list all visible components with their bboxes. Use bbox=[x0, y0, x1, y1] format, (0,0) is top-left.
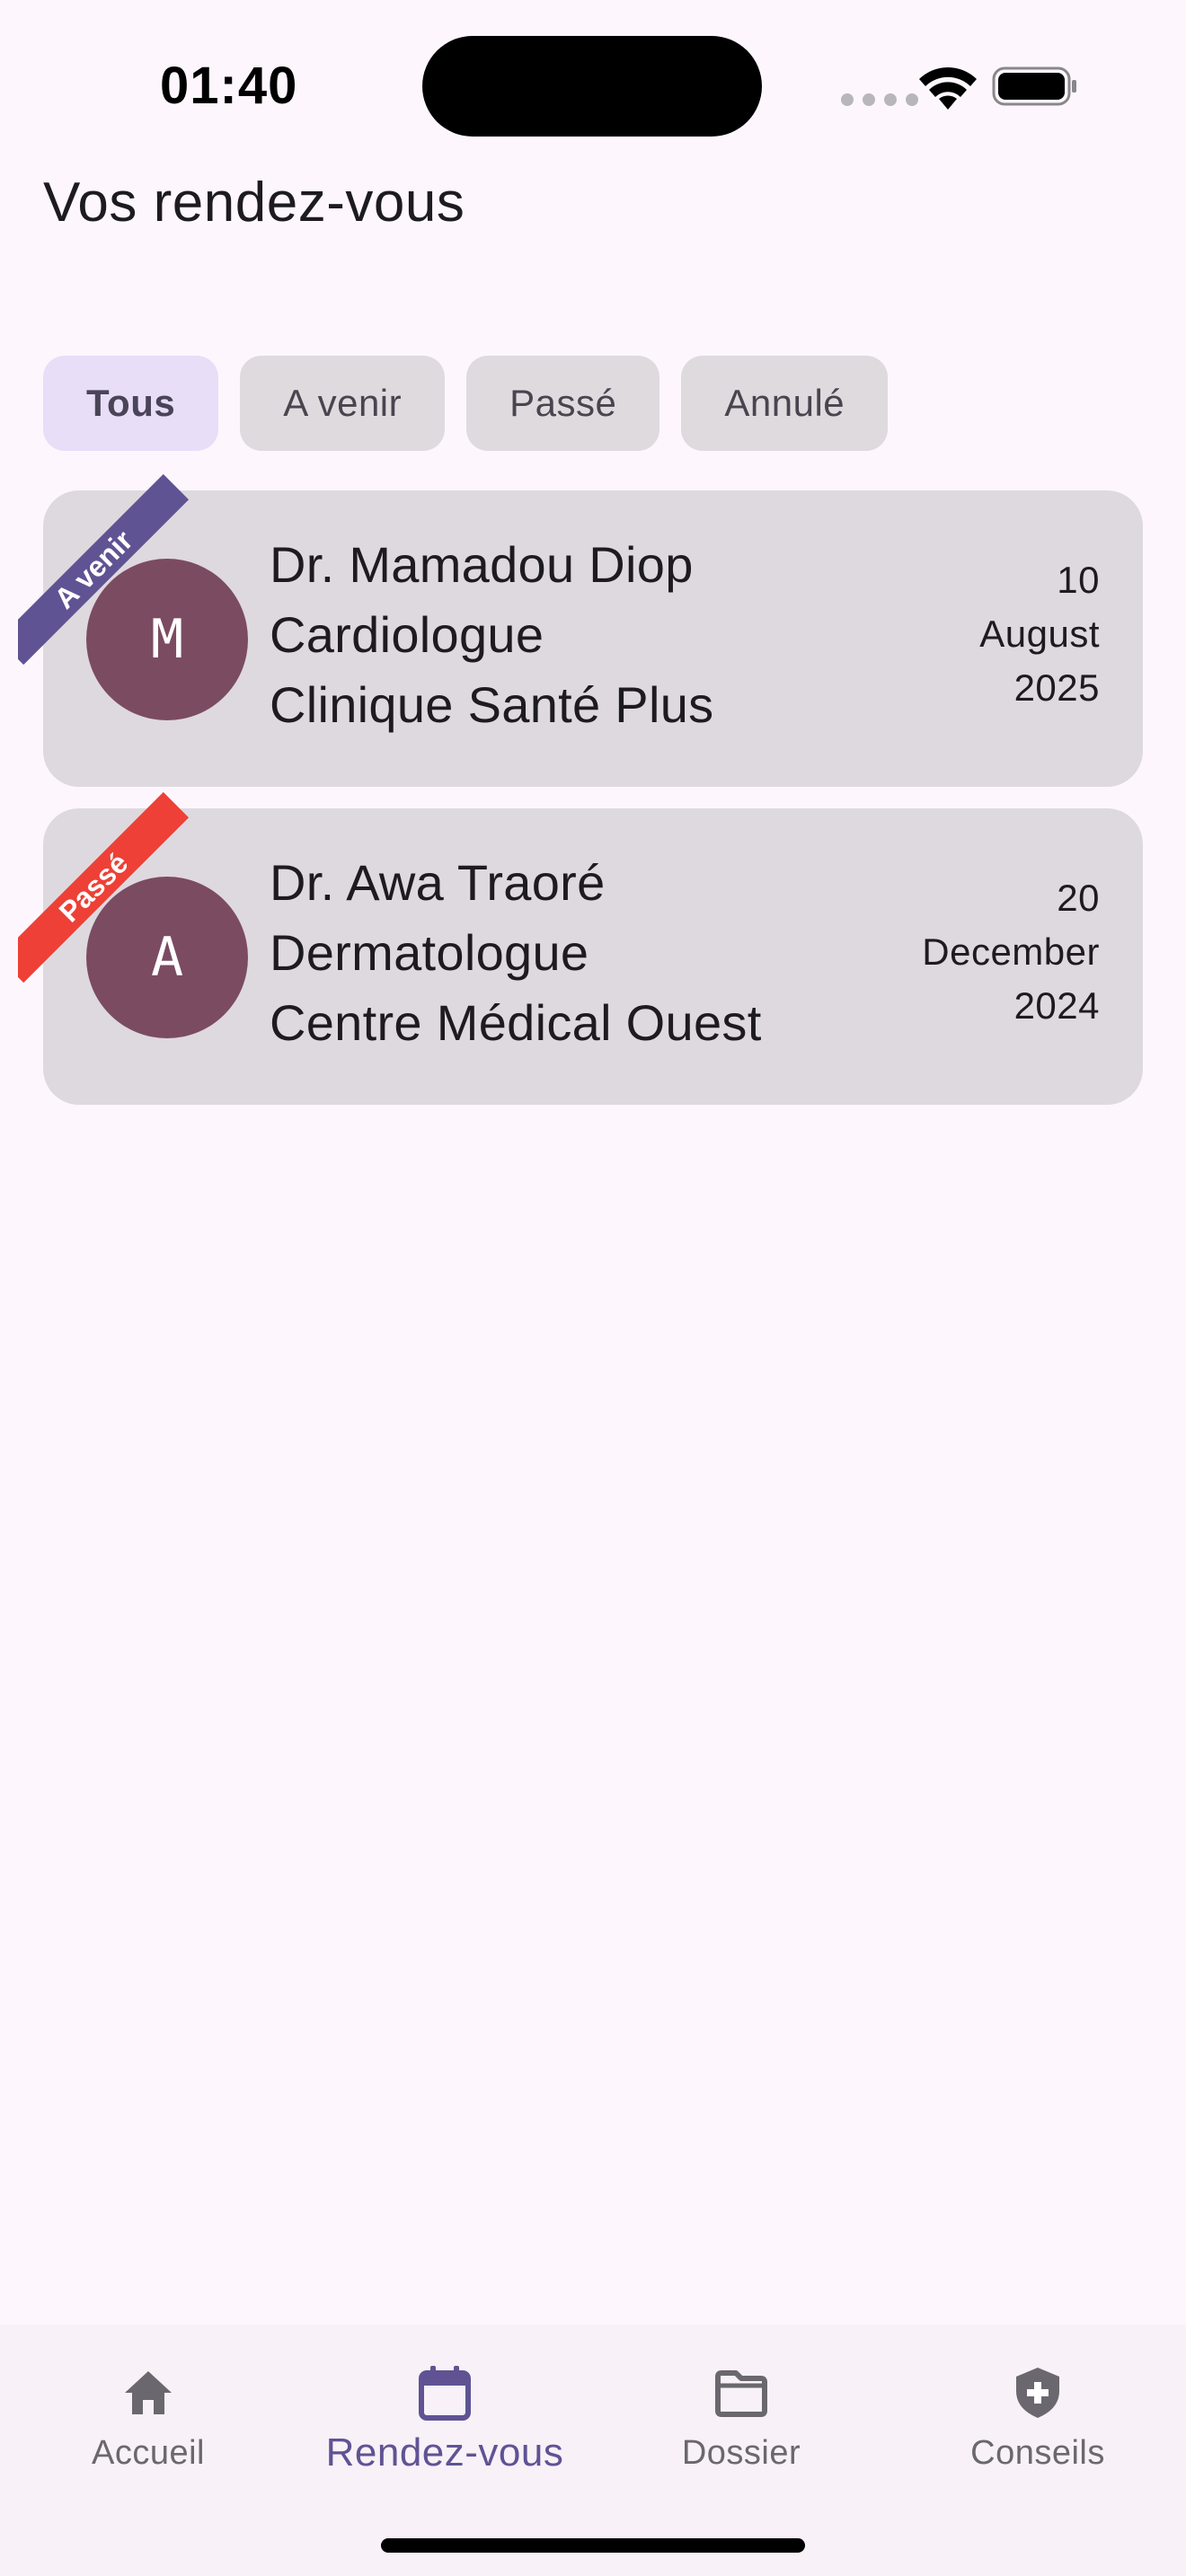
appointment-card[interactable]: Passé A Dr. Awa Traoré Dermatologue Cent… bbox=[18, 791, 1143, 1105]
filter-chip-past[interactable]: Passé bbox=[466, 356, 660, 451]
folder-icon bbox=[715, 2370, 767, 2417]
clinic-name: Clinique Santé Plus bbox=[270, 676, 714, 733]
date-month: August bbox=[979, 613, 1100, 655]
appointment-card[interactable]: A venir M Dr. Mamadou Diop Cardiologue C… bbox=[18, 473, 1143, 787]
shield-plus-icon bbox=[1016, 2368, 1059, 2418]
filter-chip-all[interactable]: Tous bbox=[43, 356, 219, 451]
filter-chip-cancelled[interactable]: Annulé bbox=[681, 356, 889, 451]
doctor-specialty: Cardiologue bbox=[270, 606, 544, 663]
filter-chips: Tous A venir Passé Annulé bbox=[43, 356, 889, 451]
appointment-details: Dr. Mamadou Diop Cardiologue Clinique Sa… bbox=[270, 530, 713, 740]
nav-item-dossier[interactable]: Dossier bbox=[593, 2346, 890, 2490]
avatar: A bbox=[86, 877, 248, 1038]
filter-chip-upcoming[interactable]: A venir bbox=[240, 356, 446, 451]
date-year: 2025 bbox=[1013, 666, 1100, 709]
nav-label: Accueil bbox=[92, 2434, 205, 2472]
nav-label: Conseils bbox=[970, 2434, 1105, 2472]
date-day: 10 bbox=[1057, 559, 1100, 601]
appointment-details: Dr. Awa Traoré Dermatologue Centre Médic… bbox=[270, 848, 762, 1058]
date-month: December bbox=[922, 931, 1100, 973]
page-title: Vos rendez-vous bbox=[43, 172, 465, 234]
dynamic-island bbox=[422, 36, 762, 137]
nav-item-accueil[interactable]: Accueil bbox=[0, 2346, 296, 2490]
status-time: 01:40 bbox=[160, 57, 298, 115]
doctor-name: Dr. Awa Traoré bbox=[270, 854, 606, 911]
clinic-name: Centre Médical Ouest bbox=[270, 994, 762, 1051]
cellular-signal-icon bbox=[841, 93, 918, 106]
nav-item-rendez-vous[interactable]: Rendez-vous bbox=[296, 2346, 593, 2490]
home-icon bbox=[125, 2371, 172, 2414]
calendar-icon bbox=[419, 2366, 471, 2421]
wifi-icon bbox=[919, 67, 977, 110]
appointment-date: 20 December 2024 bbox=[922, 871, 1100, 1033]
doctor-name: Dr. Mamadou Diop bbox=[270, 536, 694, 593]
battery-icon bbox=[992, 66, 1076, 106]
date-year: 2024 bbox=[1013, 984, 1100, 1027]
home-indicator[interactable] bbox=[381, 2538, 805, 2553]
status-bar: 01:40 bbox=[0, 0, 1186, 171]
appointment-date: 10 August 2025 bbox=[979, 553, 1100, 715]
nav-label: Dossier bbox=[681, 2434, 801, 2472]
date-day: 20 bbox=[1057, 877, 1100, 919]
nav-item-conseils[interactable]: Conseils bbox=[890, 2346, 1186, 2490]
avatar: M bbox=[86, 559, 248, 720]
nav-label: Rendez-vous bbox=[325, 2430, 564, 2475]
doctor-specialty: Dermatologue bbox=[270, 924, 589, 981]
